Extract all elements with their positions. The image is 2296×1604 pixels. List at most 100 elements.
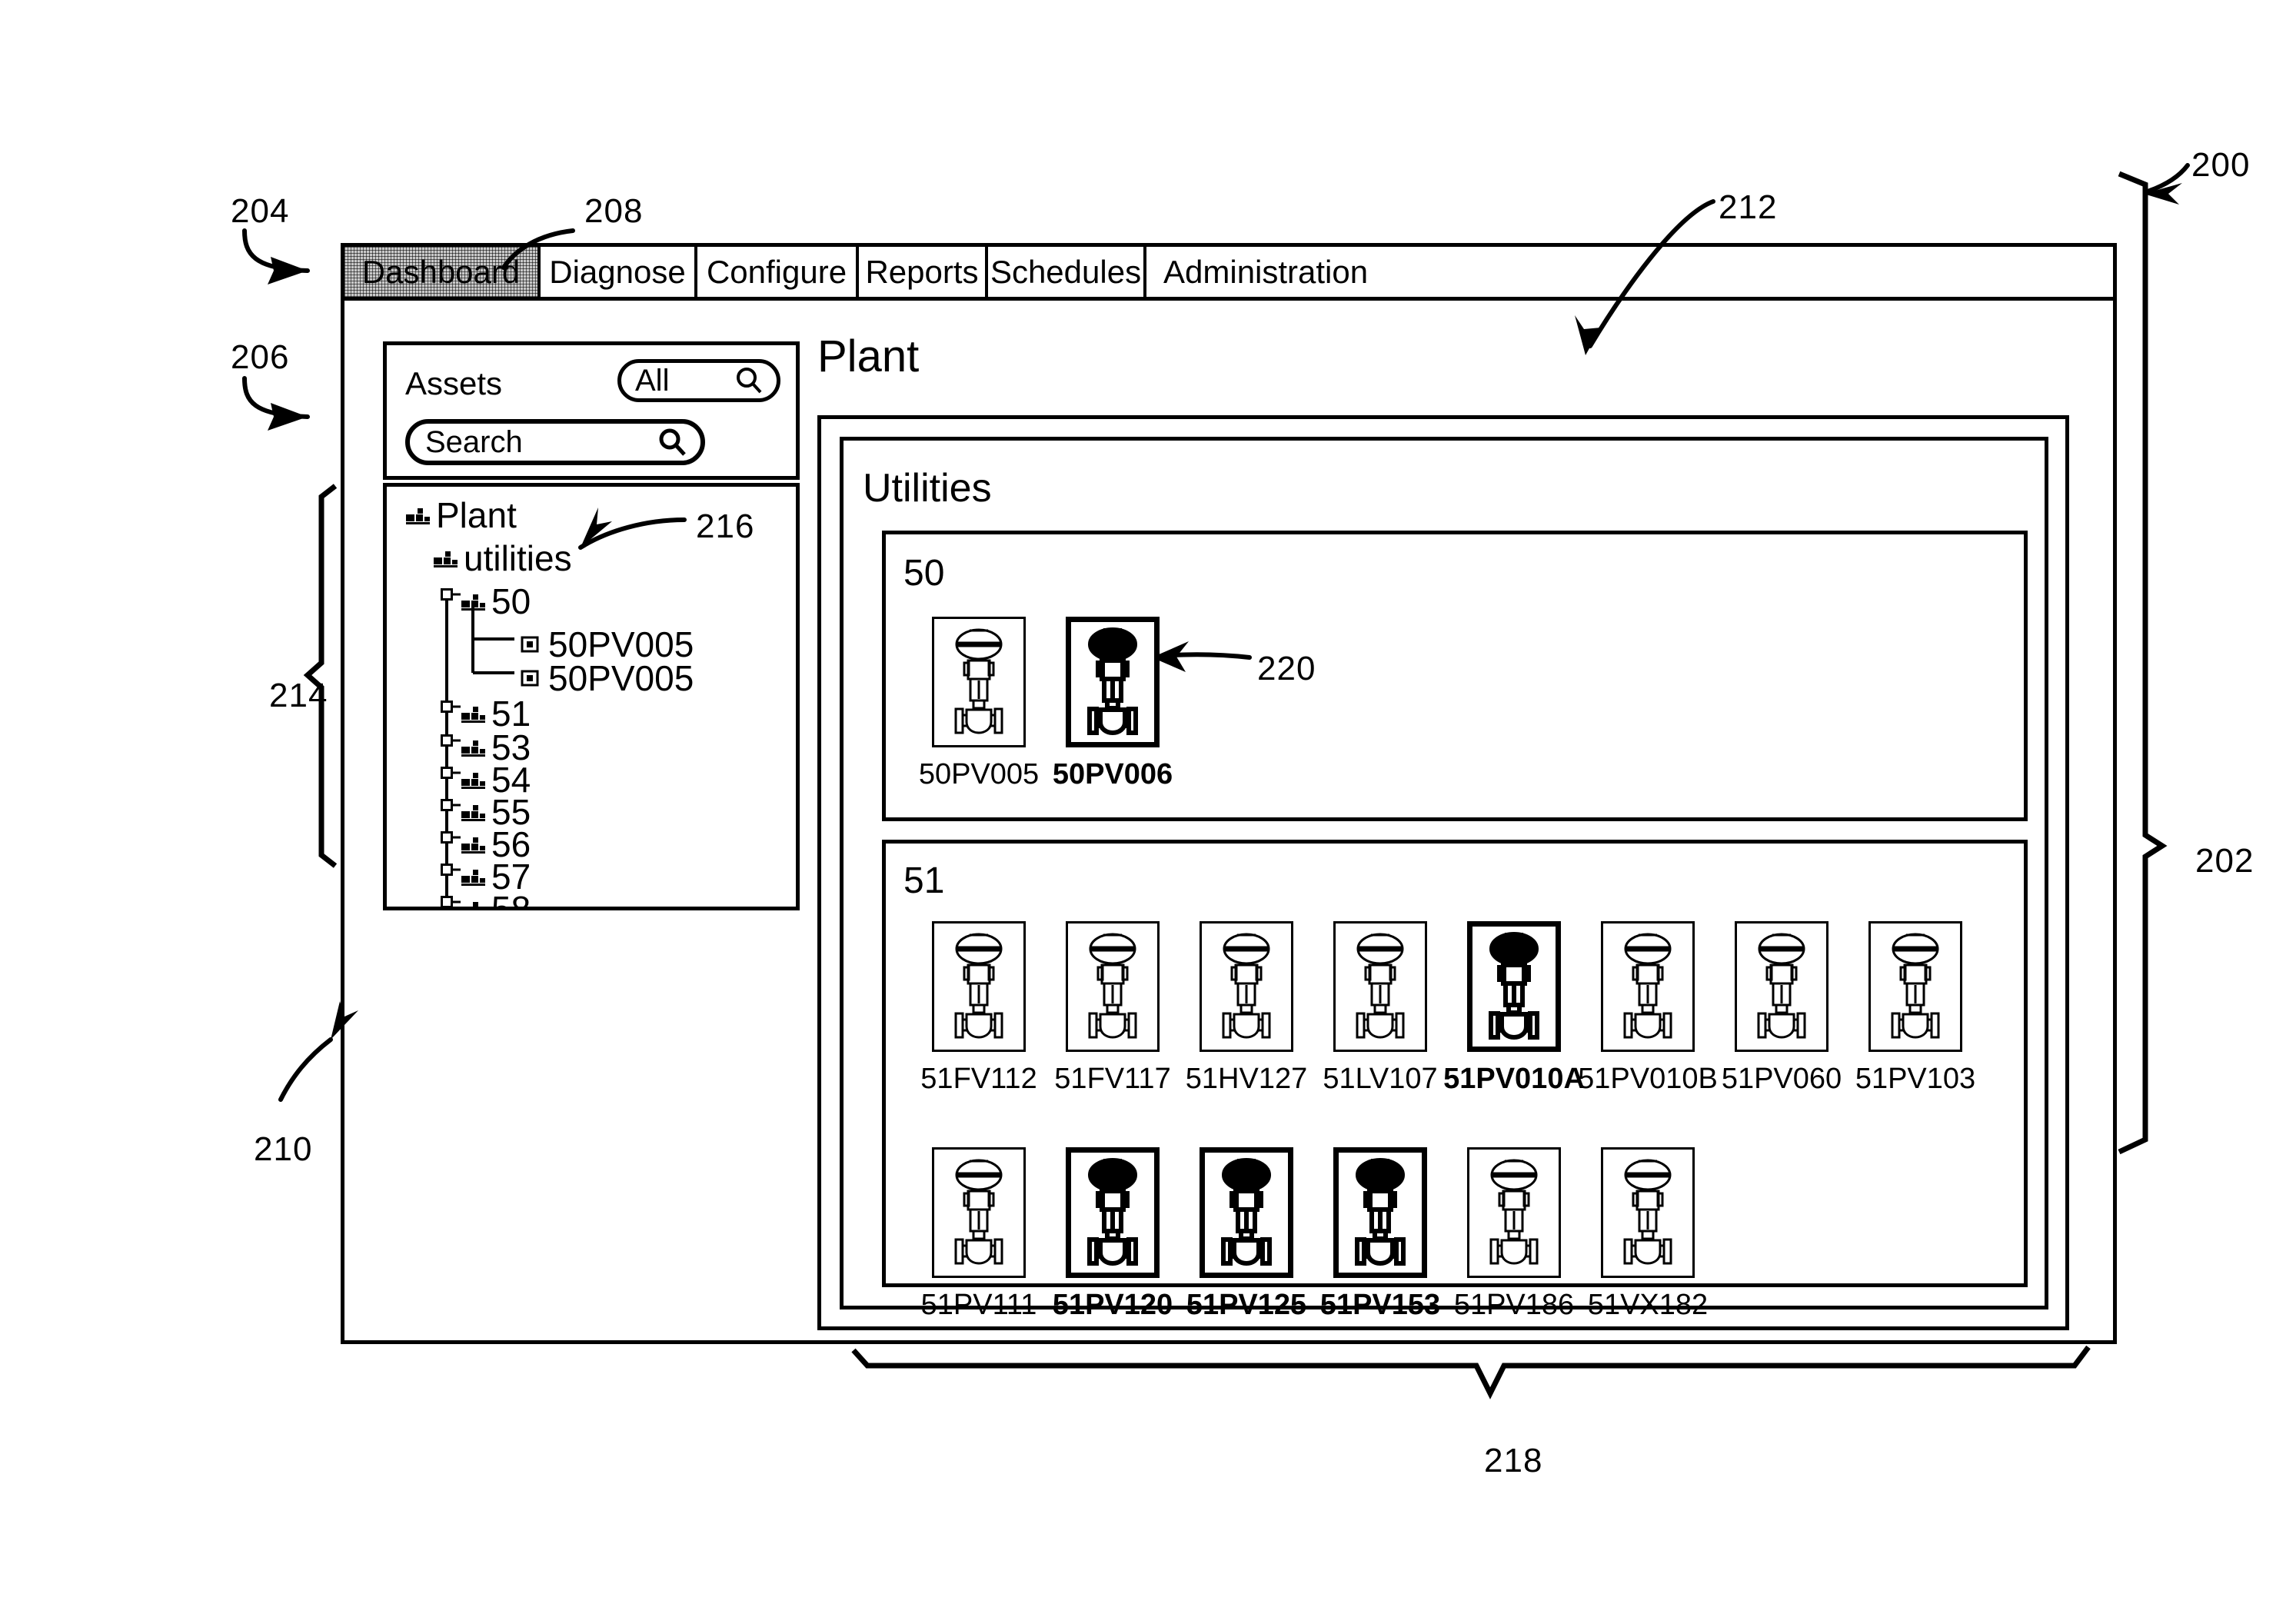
valve-icon: [954, 1159, 1003, 1265]
tab-label: Reports: [865, 253, 979, 290]
tree-item[interactable]: Plant: [405, 498, 517, 533]
asset-tile[interactable]: 51PV111: [912, 1147, 1046, 1322]
asset-group-label: 50: [903, 553, 945, 594]
tab-diagnose[interactable]: Diagnose: [541, 247, 697, 297]
asset-tile[interactable]: 51PV060: [1715, 921, 1848, 1096]
bracket-202: [2118, 171, 2168, 1155]
tab-reports[interactable]: Reports: [859, 247, 988, 297]
valve-icon: [1087, 627, 1138, 736]
tree-item-label: 51: [491, 694, 531, 734]
tree-item[interactable]: 50: [461, 584, 531, 619]
asset-tile[interactable]: 51LV107: [1313, 921, 1447, 1096]
asset-tile-label: 51PV010B: [1578, 1063, 1718, 1095]
tab-administration[interactable]: Administration: [1146, 247, 2113, 297]
asset-tile-thumbnail[interactable]: [1735, 921, 1828, 1052]
reference-numeral-202: 202: [2195, 842, 2254, 880]
asset-filter-value: All: [635, 363, 670, 398]
asset-tile[interactable]: 51PV153: [1313, 1147, 1447, 1322]
asset-tile-thumbnail[interactable]: [1467, 921, 1561, 1052]
tab-dashboard[interactable]: Dashboard: [344, 247, 541, 297]
asset-tile-label: 51PV103: [1855, 1063, 1976, 1095]
valve-icon: [1222, 933, 1271, 1039]
tree-item[interactable]: 50PV005: [517, 661, 694, 696]
assets-title: Assets: [405, 365, 503, 401]
asset-tile-thumbnail[interactable]: [932, 921, 1026, 1052]
reference-numeral-216: 216: [696, 507, 755, 545]
asset-tile[interactable]: 51PV125: [1180, 1147, 1313, 1322]
tab-label: Dashboard: [361, 253, 521, 290]
plant-node-icon: [473, 902, 478, 907]
asset-tile[interactable]: 51FV112: [912, 921, 1046, 1096]
leader-204: [242, 228, 310, 273]
asset-tile-thumbnail[interactable]: [1333, 921, 1427, 1052]
asset-tile-label: 51HV127: [1185, 1063, 1308, 1095]
valve-icon: [1087, 1158, 1138, 1266]
main-tab-bar: Dashboard Diagnose Configure Reports Schedul…: [341, 243, 2117, 301]
valve-icon: [1356, 933, 1405, 1039]
asset-tile-thumbnail[interactable]: [1467, 1147, 1561, 1278]
leader-206: [242, 376, 310, 419]
asset-tile[interactable]: 51PV010B: [1578, 921, 1718, 1096]
plant-node-icon: [461, 594, 485, 611]
asset-tile[interactable]: 51PV120: [1046, 1147, 1180, 1322]
asset-tile-thumbnail[interactable]: [1601, 921, 1695, 1052]
tree-item-label: 50: [491, 581, 531, 621]
valve-icon: [954, 628, 1003, 734]
assets-panel: Assets All Search: [383, 341, 800, 480]
asset-tile-label: 51PV153: [1319, 1289, 1441, 1321]
asset-tile-thumbnail[interactable]: [1601, 1147, 1695, 1278]
valve-icon: [1757, 933, 1806, 1039]
asset-tile-thumbnail[interactable]: [1868, 921, 1962, 1052]
asset-tile-thumbnail[interactable]: [1333, 1147, 1427, 1278]
valve-icon: [954, 933, 1003, 1039]
reference-numeral-208: 208: [584, 192, 644, 230]
asset-tile-thumbnail[interactable]: [1066, 1147, 1160, 1278]
plant-node-icon: [434, 551, 458, 567]
asset-tile-row: 51PV111 51PV120 51PV125 51PV153 51PV186 …: [912, 1147, 1715, 1322]
leader-200: [2143, 163, 2190, 195]
asset-filter-dropdown[interactable]: All: [617, 359, 780, 402]
device-node-icon: [521, 636, 539, 653]
asset-tile[interactable]: 51VX182: [1581, 1147, 1715, 1322]
asset-tile[interactable]: 50PV005: [912, 617, 1046, 791]
asset-tile-thumbnail[interactable]: [1066, 921, 1160, 1052]
tree-item[interactable]: 58: [461, 891, 531, 907]
asset-tile[interactable]: 51PV103: [1848, 921, 1982, 1096]
reference-numeral-220: 220: [1257, 650, 1316, 687]
asset-tile[interactable]: 51PV010A: [1443, 921, 1585, 1096]
tree-item[interactable]: utilities: [433, 541, 572, 576]
valve-icon: [1623, 1159, 1672, 1265]
asset-tile-label: 51PV111: [920, 1289, 1037, 1321]
asset-tile-label: 51PV125: [1186, 1289, 1307, 1321]
asset-tile[interactable]: 50PV006: [1046, 617, 1180, 791]
section-title: Utilities: [863, 466, 992, 511]
asset-tile-label: 51PV010A: [1443, 1063, 1585, 1095]
tab-configure[interactable]: Configure: [697, 247, 859, 297]
tree-item-label: utilities: [464, 538, 572, 578]
asset-tile-label: 51FV112: [920, 1063, 1037, 1095]
asset-tile[interactable]: 51HV127: [1180, 921, 1313, 1096]
valve-icon: [1489, 932, 1539, 1040]
tree-item[interactable]: 50PV005: [517, 627, 694, 662]
asset-tile-thumbnail[interactable]: [1200, 1147, 1293, 1278]
plant-node-icon: [461, 805, 485, 821]
asset-tile-thumbnail[interactable]: [932, 617, 1026, 747]
asset-tile[interactable]: 51FV117: [1046, 921, 1180, 1096]
search-placeholder: Search: [425, 424, 523, 459]
reference-numeral-200: 200: [2191, 146, 2251, 184]
asset-tile-thumbnail[interactable]: [932, 1147, 1026, 1278]
search-input[interactable]: Search: [405, 419, 705, 465]
tab-label: Schedules: [990, 253, 1142, 290]
tab-schedules[interactable]: Schedules: [988, 247, 1146, 297]
asset-tile[interactable]: 51PV186: [1447, 1147, 1581, 1322]
asset-tile-label: 50PV006: [1052, 758, 1173, 790]
asset-tile-thumbnail[interactable]: [1200, 921, 1293, 1052]
page-title: Plant: [817, 331, 920, 381]
valve-icon: [1489, 1159, 1539, 1265]
asset-tile-thumbnail[interactable]: [1066, 617, 1160, 747]
asset-tile-label: 51FV117: [1054, 1063, 1171, 1095]
tree-item[interactable]: 51: [461, 696, 531, 731]
reference-numeral-206: 206: [231, 338, 290, 376]
asset-tile-label: 50PV005: [918, 758, 1040, 790]
reference-numeral-204: 204: [231, 192, 290, 230]
